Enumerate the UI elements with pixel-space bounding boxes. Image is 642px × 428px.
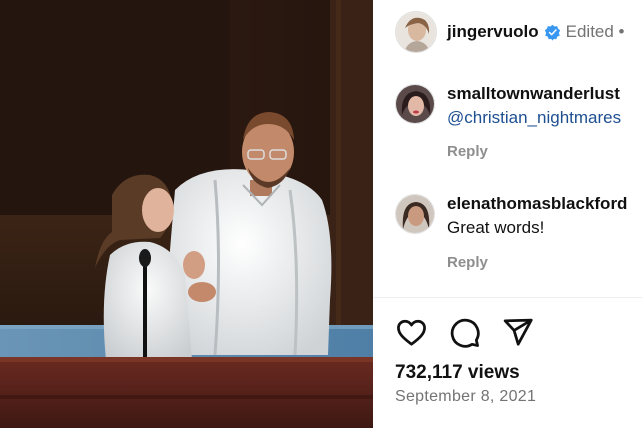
heart-icon[interactable] <box>395 316 428 349</box>
comment-item: elenathomasblackford Great words! <box>395 194 627 238</box>
post-header: jingervuolo Edited • <box>395 11 625 53</box>
reply-button[interactable]: Reply <box>447 254 488 271</box>
author-avatar[interactable] <box>395 11 437 53</box>
profile-photo-icon <box>396 195 434 233</box>
comment-text: Great words! <box>447 218 545 237</box>
post-date[interactable]: September 8, 2021 <box>395 388 536 406</box>
views-count[interactable]: 732,117 views <box>395 362 520 384</box>
author-username[interactable]: jingervuolo <box>447 22 539 42</box>
verified-badge-icon <box>544 24 560 41</box>
commenter-avatar[interactable] <box>395 194 435 234</box>
edited-label: Edited • <box>565 22 625 41</box>
reply-button[interactable]: Reply <box>447 143 488 160</box>
comment-icon[interactable] <box>448 316 481 349</box>
divider <box>373 297 642 298</box>
action-bar <box>395 316 534 349</box>
baptism-scene-image <box>0 0 373 428</box>
commenter-avatar[interactable] <box>395 84 435 124</box>
send-icon[interactable] <box>501 316 534 349</box>
comments-panel: jingervuolo Edited • smalltownwanderlust… <box>373 0 642 428</box>
profile-photo-icon <box>396 12 436 52</box>
comment-item: smalltownwanderlust @christian_nightmare… <box>395 84 621 128</box>
post-video[interactable] <box>0 0 373 428</box>
comment-username[interactable]: smalltownwanderlust <box>447 84 621 104</box>
profile-photo-icon <box>396 85 434 123</box>
comment-username[interactable]: elenathomasblackford <box>447 194 627 214</box>
comment-mention-link[interactable]: @christian_nightmares <box>447 108 621 128</box>
